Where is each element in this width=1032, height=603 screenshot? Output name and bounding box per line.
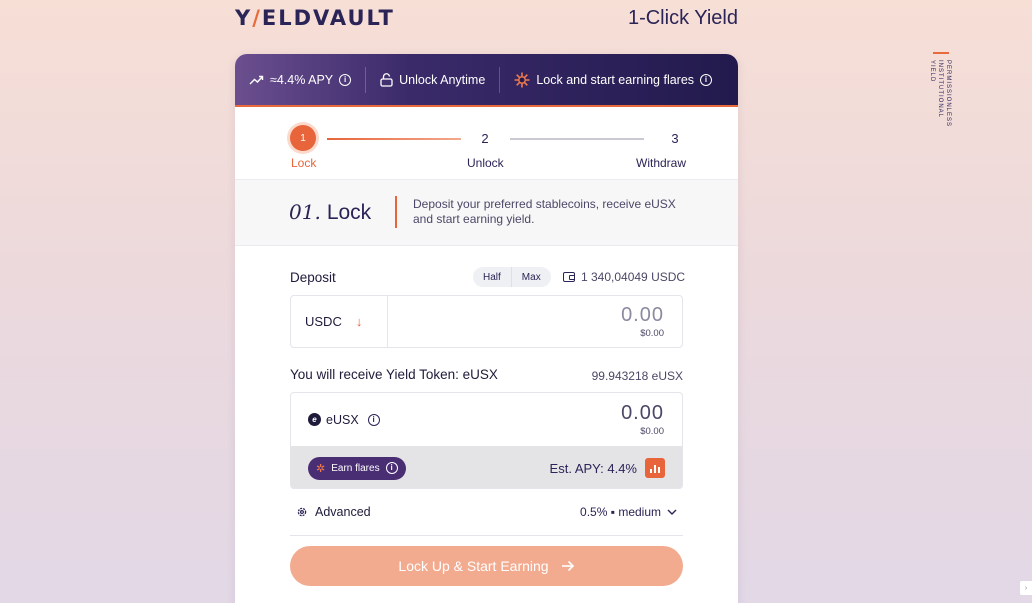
info-icon[interactable]: i (339, 73, 352, 86)
logo-slash: / (252, 6, 262, 30)
deposit-amount: 0.00 (621, 304, 664, 326)
header: Y/ELDVAULT 1-Click Yield (235, 4, 738, 32)
receive-token: e eUSX i (308, 413, 380, 427)
info-banner: ≈4.4% APY i Unlock Anytime Lock and star… (235, 54, 738, 107)
slippage-value: 0.5% ▪ medium (580, 505, 661, 519)
step-2-circle[interactable]: 2 (472, 125, 498, 151)
intro-number: 01. (289, 200, 321, 224)
wallet-balance: 1 340,04049 USDC (563, 270, 685, 284)
earn-flares-badge[interactable]: ✲ Earn flares i (308, 456, 406, 480)
step-connector-2 (510, 138, 644, 140)
deposit-token-select[interactable]: USDC ↓ (291, 296, 388, 347)
yield-row: ✲ Earn flares i Est. APY: 4.4% (291, 446, 682, 488)
trending-up-icon (249, 75, 264, 84)
step-2-label[interactable]: Unlock (467, 156, 504, 170)
info-icon[interactable]: i (700, 73, 713, 86)
banner-apy-text: ≈4.4% APY (270, 72, 334, 87)
est-apy: Est. APY: 4.4% (550, 458, 665, 478)
banner-unlock-text: Unlock Anytime (399, 72, 486, 87)
intro-title: 01. Lock (289, 200, 371, 225)
banner-unlock: Unlock Anytime (366, 73, 499, 87)
receive-balance: 99.943218 eUSX (591, 369, 683, 383)
logo[interactable]: Y/ELDVAULT (235, 6, 395, 30)
side-tag: PERMISSIONLESS INSTITUTIONAL YIELD (928, 52, 951, 142)
unlock-icon (380, 72, 393, 87)
lock-card: ≈4.4% APY i Unlock Anytime Lock and star… (235, 54, 738, 603)
flare-icon: ✲ (316, 462, 326, 475)
chevron-down-icon (667, 509, 677, 515)
banner-flares-text: Lock and start earning flares (536, 72, 695, 87)
receive-amount: 0.00 (621, 402, 664, 424)
step-connector-1 (327, 138, 461, 140)
receive-row: e eUSX i 0.00 $0.00 (291, 393, 682, 446)
side-tag-text: PERMISSIONLESS INSTITUTIONAL YIELD (929, 60, 951, 128)
slippage-select[interactable]: 0.5% ▪ medium (580, 505, 677, 519)
gear-icon (297, 507, 307, 517)
advanced-toggle[interactable]: Advanced (296, 505, 371, 519)
wallet-balance-text: 1 340,04049 USDC (581, 270, 686, 284)
flare-icon (514, 72, 530, 87)
receive-usd-value: $0.00 (640, 426, 664, 437)
info-icon[interactable]: i (385, 462, 398, 474)
intro-divider (395, 196, 397, 228)
banner-flares: Lock and start earning flares i (500, 72, 726, 88)
banner-apy: ≈4.4% APY i (235, 73, 365, 87)
step-3-circle[interactable]: 3 (662, 125, 688, 151)
corner-widget-icon[interactable]: › (1020, 581, 1032, 595)
amount-presets: Half Max (473, 267, 551, 287)
est-apy-text: Est. APY: 4.4% (549, 460, 637, 476)
receive-amount-area: 0.00 $0.00 (621, 402, 664, 437)
earn-flares-label: Earn flares (331, 462, 380, 474)
receive-token-label: eUSX (326, 412, 359, 427)
receive-box: e eUSX i 0.00 $0.00 ✲ Earn flares i Est.… (290, 392, 683, 489)
logo-text-prefix: Y (235, 6, 253, 30)
step-1-circle[interactable]: 1 (290, 125, 316, 151)
divider (290, 535, 683, 536)
page-title: 1-Click Yield (627, 6, 738, 29)
intro-description: Deposit your preferred stablecoins, rece… (413, 197, 676, 226)
wallet-icon (563, 272, 575, 282)
chart-icon[interactable] (645, 458, 665, 478)
intro-title-text: Lock (326, 201, 372, 224)
deposit-token-label: USDC (305, 314, 342, 329)
step-1-label[interactable]: Lock (291, 156, 316, 170)
logo-text-suffix: ELDVAULT (261, 6, 395, 30)
arrow-right-icon (561, 560, 574, 572)
lock-up-button[interactable]: Lock Up & Start Earning (290, 546, 683, 586)
deposit-amount-input[interactable]: 0.00 $0.00 (388, 296, 682, 347)
info-icon[interactable]: i (367, 413, 380, 426)
side-tag-accent (933, 52, 949, 54)
deposit-label: Deposit (290, 270, 336, 285)
deposit-usd-value: $0.00 (640, 328, 664, 339)
eusx-logo-icon: e (308, 413, 321, 426)
receive-label: You will receive Yield Token: eUSX (290, 367, 498, 382)
step-intro: 01. Lock Deposit your preferred stablecoi… (235, 180, 738, 246)
deposit-input-box: USDC ↓ 0.00 $0.00 (290, 295, 683, 348)
advanced-label: Advanced (315, 505, 371, 519)
lock-up-button-label: Lock Up & Start Earning (398, 558, 549, 574)
step-3-label[interactable]: Withdraw (636, 156, 686, 170)
arrow-down-icon: ↓ (355, 314, 363, 329)
max-button[interactable]: Max (510, 267, 551, 287)
half-button[interactable]: Half (473, 267, 511, 287)
